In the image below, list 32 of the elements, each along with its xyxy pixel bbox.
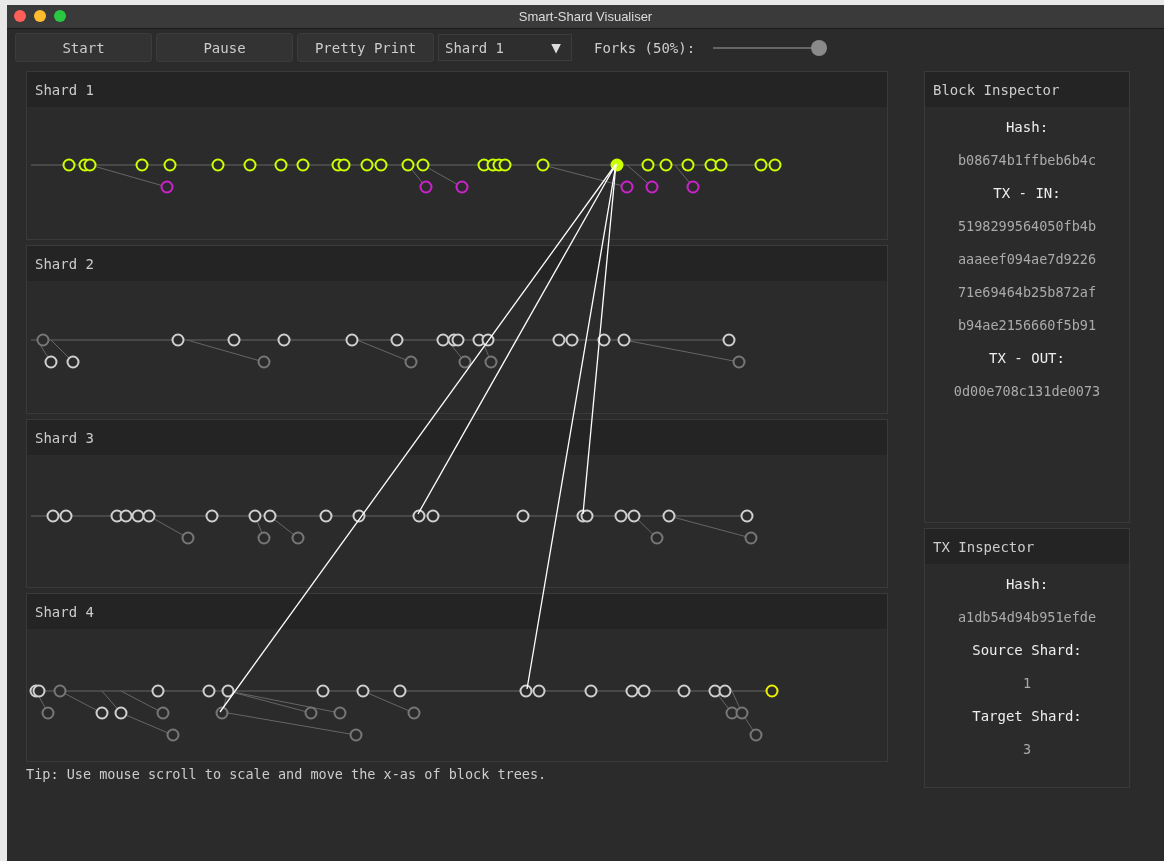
forks-label: Forks (50%): bbox=[594, 39, 696, 56]
field-value: 0d00e708c131de0073 bbox=[953, 382, 1101, 401]
field-value: b08674b1ffbeb6b4c bbox=[957, 151, 1097, 170]
field-value: 71e69464b25b872af bbox=[957, 283, 1097, 302]
zoom-button[interactable] bbox=[54, 10, 66, 22]
field-value: 5198299564050fb4b bbox=[957, 217, 1097, 236]
field-label: Source Shard: bbox=[972, 641, 1082, 660]
close-button[interactable] bbox=[14, 10, 26, 22]
field-label: TX - OUT: bbox=[989, 349, 1065, 368]
minimize-button[interactable] bbox=[34, 10, 46, 22]
field-label: TX - IN: bbox=[993, 184, 1061, 203]
panel-title: TX Inspector bbox=[933, 538, 1035, 555]
toolbar-button[interactable]: Pause bbox=[156, 33, 293, 62]
tip-text: Tip: Use mouse scroll to scale and move the x-as of block trees. bbox=[26, 766, 548, 782]
field-label: Hash: bbox=[1005, 118, 1049, 137]
field-value: b94ae2156660f5b91 bbox=[957, 316, 1097, 335]
field-label: Target Shard: bbox=[972, 707, 1082, 726]
toolbar-button[interactable]: Start bbox=[15, 33, 152, 62]
panel-title: Shard 2 bbox=[35, 255, 94, 272]
field-value: a1db54d94b951efde bbox=[957, 608, 1097, 627]
field-value: aaaeef094ae7d9226 bbox=[957, 250, 1097, 269]
panel-title: Shard 3 bbox=[35, 429, 94, 446]
toolbar-button[interactable]: Pretty Print bbox=[297, 33, 434, 62]
field-value: 1 bbox=[1022, 674, 1032, 693]
field-label: Hash: bbox=[1005, 575, 1049, 594]
panel-title: Shard 1 bbox=[35, 81, 94, 98]
window-title: Smart-Shard Visualiser bbox=[518, 9, 653, 24]
panel-title: Shard 4 bbox=[35, 603, 94, 620]
field-value: 3 bbox=[1022, 740, 1032, 759]
shard-dropdown[interactable]: Shard 1 ▼ bbox=[438, 34, 572, 61]
forks-slider[interactable] bbox=[713, 39, 828, 56]
panel-title: Block Inspector bbox=[933, 81, 1060, 98]
